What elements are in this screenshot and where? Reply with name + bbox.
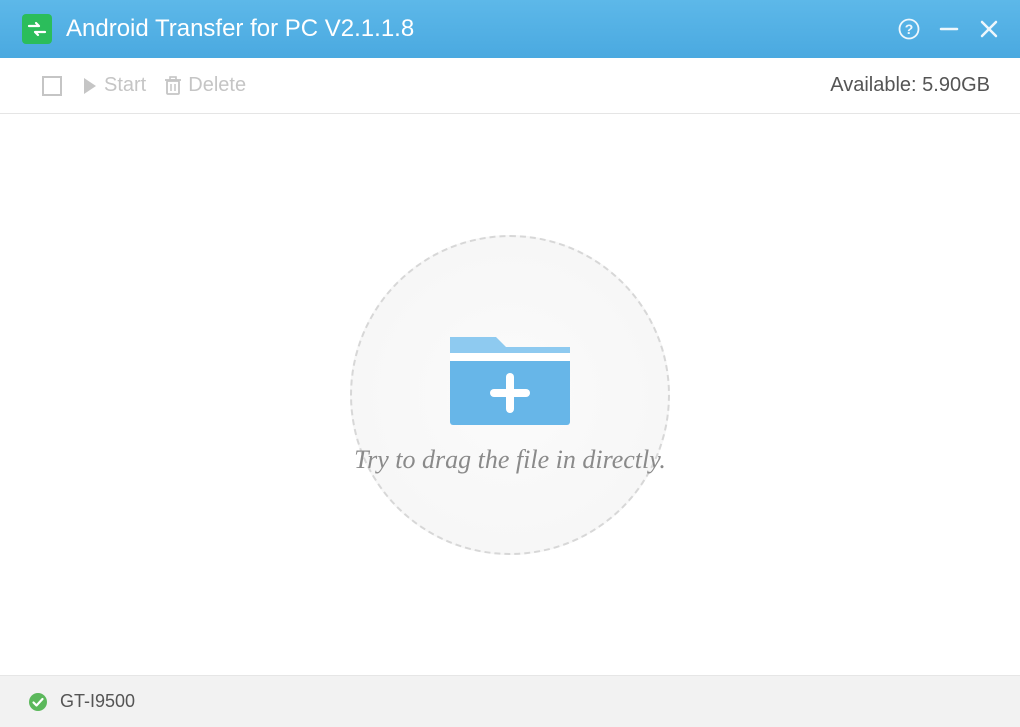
play-icon <box>82 77 98 95</box>
folder-plus-icon <box>440 323 580 438</box>
window-title: Android Transfer for PC V2.1.1.8 <box>66 15 898 43</box>
start-label: Start <box>104 74 146 97</box>
titlebar: Android Transfer for PC V2.1.1.8 ? <box>0 0 1020 58</box>
connection-ok-icon <box>28 692 48 712</box>
app-logo-icon <box>22 14 52 44</box>
help-button[interactable]: ? <box>898 18 920 40</box>
status-bar: GT-I9500 <box>0 675 1020 727</box>
window-controls: ? <box>898 18 1000 40</box>
close-button[interactable] <box>978 18 1000 40</box>
toolbar: Start Delete Available: 5.90GB <box>0 58 1020 114</box>
delete-button[interactable]: Delete <box>164 74 246 97</box>
svg-text:?: ? <box>905 21 914 37</box>
device-name: GT-I9500 <box>60 691 135 712</box>
start-button[interactable]: Start <box>82 74 146 97</box>
available-space: Available: 5.90GB <box>830 74 990 97</box>
delete-label: Delete <box>188 74 246 97</box>
select-all-checkbox[interactable] <box>42 76 62 96</box>
drop-zone[interactable] <box>350 235 670 555</box>
drop-hint-text: Try to drag the file in directly. <box>260 445 760 475</box>
trash-icon <box>164 76 182 96</box>
main-panel: Try to drag the file in directly. <box>0 114 1020 675</box>
minimize-button[interactable] <box>938 18 960 40</box>
